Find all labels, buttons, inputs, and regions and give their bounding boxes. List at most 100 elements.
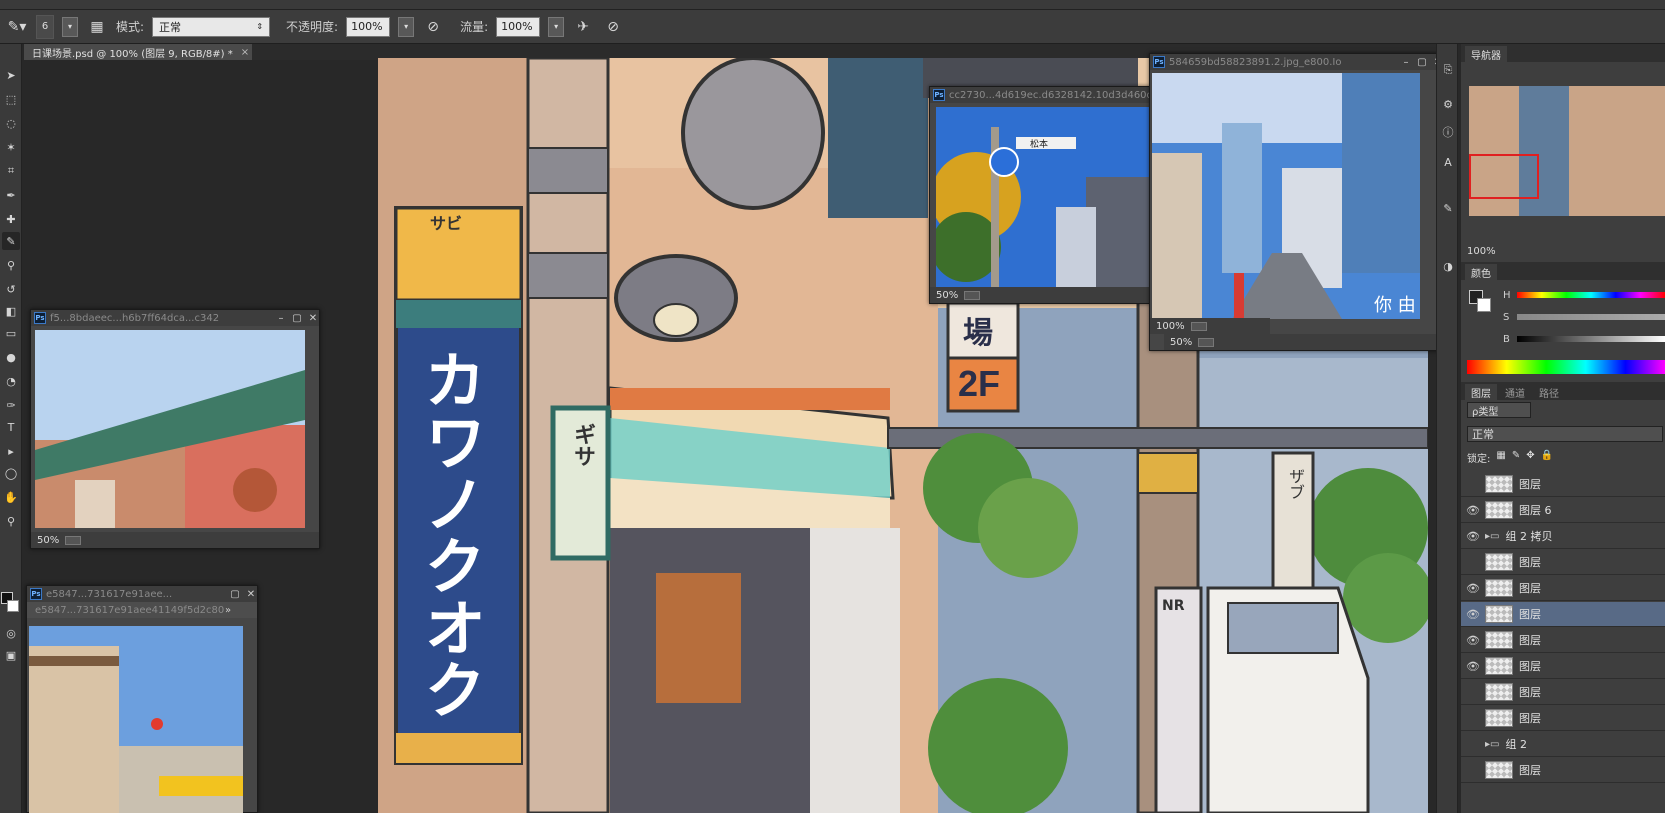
minimize-icon[interactable]: – [275, 313, 287, 324]
reference-window-3-titlebar[interactable]: Ps cc2730...4d619ec.d6328142.10d3d460d [930, 87, 1150, 103]
layer-row[interactable]: 👁 图层 [1461, 602, 1665, 627]
eye-icon[interactable]: 👁 [1461, 608, 1485, 621]
layer-row[interactable]: 图层 [1461, 706, 1665, 731]
background-color-chip[interactable] [1477, 298, 1491, 312]
history-panel-icon[interactable]: ⎘ [1440, 62, 1456, 78]
minimize-icon[interactable]: – [1400, 57, 1412, 68]
more-tabs-icon[interactable]: » [225, 605, 231, 616]
maximize-icon[interactable]: ▢ [291, 313, 303, 324]
reference-window-2[interactable]: Ps e5847...731617e91aee... ▢ ✕ e5847...7… [26, 585, 258, 813]
lock-move-icon[interactable]: ✥ [1526, 450, 1534, 465]
reference-window-2-titlebar[interactable]: Ps e5847...731617e91aee... ▢ ✕ [27, 586, 257, 602]
reference-window-1[interactable]: Ps f5...8bdaeec...h6b7ff64dca...c342 – ▢… [30, 309, 320, 549]
tab-color[interactable]: 颜色 [1465, 264, 1497, 280]
layer-filter-select[interactable]: ρ类型 [1467, 402, 1531, 418]
document-tab-close-icon[interactable]: × [241, 47, 249, 58]
eye-icon[interactable]: 👁 [1461, 660, 1485, 673]
close-icon[interactable]: ✕ [307, 313, 319, 324]
layer-row[interactable]: 图层 [1461, 680, 1665, 705]
hand-tool-icon[interactable]: ✋ [2, 488, 20, 506]
properties-panel-icon[interactable]: ⚙ [1440, 96, 1456, 112]
layer-row[interactable]: 👁 图层 [1461, 654, 1665, 679]
background-color-swatch[interactable] [7, 600, 19, 612]
shape-tool-icon[interactable]: ◯ [2, 464, 20, 482]
eyedropper-tool-icon[interactable]: ✒ [2, 186, 20, 204]
lock-paint-icon[interactable]: ✎ [1512, 450, 1520, 465]
zoom-tool-icon[interactable]: ⚲ [2, 512, 20, 530]
flow-input[interactable]: 100% [496, 16, 541, 37]
eye-icon[interactable]: 👁 [1461, 634, 1485, 647]
brush-tool-icon[interactable]: ✎ [2, 232, 20, 250]
move-tool-icon[interactable]: ➤ [2, 66, 20, 84]
navigator-view-box[interactable] [1469, 154, 1539, 199]
brush-panel-toggle-icon[interactable]: ▦ [86, 16, 108, 38]
layer-row[interactable]: 👁 图层 [1461, 628, 1665, 653]
layer-row[interactable]: 图层 [1461, 472, 1665, 497]
airbrush-icon[interactable]: ✈ [572, 16, 594, 38]
marquee-tool-icon[interactable]: ⬚ [2, 90, 20, 108]
saturation-slider[interactable] [1517, 314, 1665, 320]
reference-window-4-titlebar[interactable]: Ps 584659bd58823891.2.jpg_e800.Io – ▢ ✕ [1150, 54, 1444, 70]
brush-size-dropdown[interactable]: ▾ [62, 16, 78, 37]
eye-icon[interactable]: 👁 [1461, 530, 1485, 543]
brush-panel-icon[interactable]: ✎ [1440, 200, 1456, 216]
pressure-opacity-icon[interactable]: ⊘ [422, 16, 444, 38]
info-panel-icon[interactable]: ⓘ [1440, 124, 1456, 140]
layer-row[interactable]: 图层 [1461, 550, 1665, 575]
healing-brush-tool-icon[interactable]: ✚ [2, 210, 20, 228]
reference-window-4[interactable]: Ps 584659bd58823891.2.jpg_e800.Io – ▢ ✕ … [1149, 53, 1445, 351]
mode-select[interactable]: 正常 ⇕ [152, 16, 271, 37]
character-panel-icon[interactable]: A [1440, 154, 1456, 170]
brush-tool-preset-icon[interactable]: ✎▾ [6, 16, 28, 38]
color-ramp[interactable] [1467, 360, 1665, 374]
lock-transparency-icon[interactable]: ▦ [1496, 450, 1505, 465]
layer-row[interactable]: 👁 图层 6 [1461, 498, 1665, 523]
lasso-tool-icon[interactable]: ◌ [2, 114, 20, 132]
eye-icon[interactable]: 👁 [1461, 582, 1485, 595]
screen-mode-icon[interactable]: ▣ [2, 646, 20, 664]
gradient-tool-icon[interactable]: ▭ [2, 324, 20, 342]
layer-row[interactable]: 👁 图层 [1461, 576, 1665, 601]
hue-slider[interactable] [1517, 292, 1665, 298]
brightness-slider[interactable] [1517, 336, 1665, 342]
history-brush-tool-icon[interactable]: ↺ [2, 280, 20, 298]
eraser-tool-icon[interactable]: ◧ [2, 302, 20, 320]
opacity-dropdown[interactable]: ▾ [398, 16, 415, 37]
navigator-thumbnail[interactable] [1469, 86, 1665, 216]
layer-row[interactable]: 👁 ▸▭ 组 2 拷贝 [1461, 524, 1665, 549]
folder-icon[interactable]: ▸▭ [1485, 739, 1499, 750]
pen-tool-icon[interactable]: ✑ [2, 396, 20, 414]
folder-icon[interactable]: ▸▭ [1485, 531, 1499, 542]
blur-tool-icon[interactable]: ● [2, 348, 20, 366]
magic-wand-tool-icon[interactable]: ✶ [2, 138, 20, 156]
layer-row[interactable]: 图层 [1461, 758, 1665, 783]
shop-sign-text: ギサ [570, 423, 595, 467]
lock-all-icon[interactable]: 🔒 [1541, 450, 1553, 465]
close-icon[interactable]: ✕ [245, 589, 257, 600]
brush-size-picker[interactable]: 6 [36, 14, 54, 39]
crop-tool-icon[interactable]: ⌗ [2, 162, 20, 180]
tab-channels[interactable]: 通道 [1499, 384, 1531, 400]
tab-layers[interactable]: 图层 [1465, 384, 1497, 400]
type-tool-icon[interactable]: T [2, 418, 20, 436]
reference-window-1-titlebar[interactable]: Ps f5...8bdaeec...h6b7ff64dca...c342 – ▢… [31, 310, 319, 326]
maximize-icon[interactable]: ▢ [229, 589, 241, 600]
tab-navigator[interactable]: 导航器 [1465, 46, 1507, 62]
tab-paths[interactable]: 路径 [1533, 384, 1565, 400]
maximize-icon[interactable]: ▢ [1416, 57, 1428, 68]
dodge-tool-icon[interactable]: ◔ [2, 372, 20, 390]
vertical-sign-katakana: カワノクオク [413, 348, 486, 720]
path-selection-tool-icon[interactable]: ▸ [2, 442, 20, 460]
eye-icon[interactable]: 👁 [1461, 504, 1485, 517]
pressure-size-icon[interactable]: ⊘ [602, 16, 624, 38]
opacity-input[interactable]: 100% [346, 16, 391, 37]
clone-stamp-tool-icon[interactable]: ⚲ [2, 256, 20, 274]
reference-window-3[interactable]: Ps cc2730...4d619ec.d6328142.10d3d460d 松… [929, 86, 1151, 304]
document-tab[interactable]: 日课场景.psd @ 100% (图层 9, RGB/8#) * × [24, 44, 252, 60]
quick-mask-icon[interactable]: ◎ [2, 624, 20, 642]
small-sign-text: ザブ [1286, 468, 1305, 500]
layer-row[interactable]: ▸▭ 组 2 [1461, 732, 1665, 757]
adjustments-panel-icon[interactable]: ◑ [1440, 258, 1456, 274]
flow-dropdown[interactable]: ▾ [548, 16, 565, 37]
blend-mode-select[interactable]: 正常 [1467, 426, 1663, 442]
